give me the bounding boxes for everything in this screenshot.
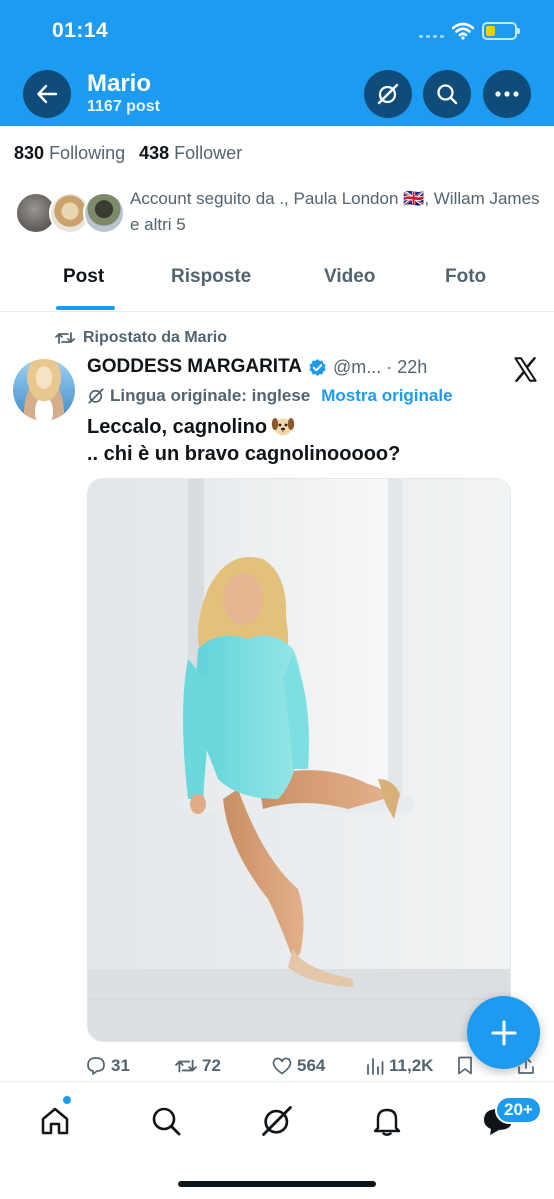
author-name[interactable]: GODDESS MARGARITA bbox=[87, 356, 302, 378]
post-photo[interactable] bbox=[87, 478, 511, 1042]
post-text-line-2: .. chi è un bravo cagnolinooooo? bbox=[87, 443, 401, 465]
repost-icon bbox=[175, 1059, 197, 1073]
followed-by-text[interactable]: Account seguito da ., Paula London 🇬🇧, W… bbox=[130, 186, 540, 238]
post-text: Leccalo, cagnolino .. chi è un bravo cag… bbox=[87, 414, 400, 468]
views-icon bbox=[367, 1058, 384, 1075]
repost-count: 72 bbox=[202, 1056, 221, 1075]
views-button[interactable]: 11,2K bbox=[366, 1056, 433, 1076]
repost-indicator: Ripostato da Mario bbox=[55, 329, 227, 347]
back-button[interactable] bbox=[23, 70, 71, 118]
active-tab-indicator bbox=[56, 306, 115, 310]
grok-button[interactable] bbox=[364, 70, 412, 118]
like-button[interactable]: 564 bbox=[272, 1056, 325, 1076]
bottom-navigation: 20+ bbox=[0, 1081, 554, 1199]
reply-icon bbox=[87, 1057, 105, 1075]
mutual-followers-avatars[interactable] bbox=[15, 192, 125, 236]
profile-header: 01:14 Mario 1167 post bbox=[0, 0, 554, 126]
repost-icon bbox=[55, 332, 75, 344]
show-original-link[interactable]: Mostra originale bbox=[321, 386, 452, 406]
post-count: 1167 post bbox=[87, 98, 160, 115]
nav-home[interactable] bbox=[35, 1101, 75, 1141]
verified-badge-icon bbox=[309, 358, 326, 376]
following-count: 830 bbox=[14, 143, 45, 163]
status-time: 01:14 bbox=[52, 19, 109, 42]
more-button[interactable] bbox=[483, 70, 531, 118]
grok-icon bbox=[262, 1106, 292, 1136]
battery-icon bbox=[482, 22, 520, 40]
post-author-line: GODDESS MARGARITA @m... · 22h bbox=[87, 356, 427, 378]
home-icon bbox=[41, 1107, 69, 1135]
nav-grok[interactable] bbox=[257, 1101, 297, 1141]
compose-post-button[interactable] bbox=[467, 996, 540, 1069]
bookmark-button[interactable] bbox=[457, 1056, 473, 1075]
notifications-icon bbox=[373, 1108, 401, 1136]
author-handle: @m... · 22h bbox=[332, 356, 428, 377]
profile-name: Mario bbox=[87, 70, 152, 97]
post-text-line-1: Leccalo, cagnolino bbox=[87, 416, 268, 438]
following-label: Following bbox=[49, 143, 126, 163]
dog-emoji-icon bbox=[271, 418, 295, 436]
author-avatar[interactable] bbox=[13, 359, 75, 421]
home-notification-dot bbox=[63, 1096, 71, 1104]
nav-notifications[interactable] bbox=[367, 1101, 407, 1141]
followers-label: Follower bbox=[174, 143, 243, 163]
avatar bbox=[83, 192, 125, 234]
translation-line: Lingua originale: inglese Mostra origina… bbox=[87, 386, 453, 406]
tab-video[interactable]: Video bbox=[324, 266, 375, 288]
nav-search[interactable] bbox=[146, 1101, 186, 1141]
x-logo-icon bbox=[514, 357, 537, 382]
grok-icon bbox=[88, 388, 104, 404]
bookmark-icon bbox=[458, 1056, 472, 1075]
reply-count: 31 bbox=[111, 1056, 130, 1075]
tab-post[interactable]: Post bbox=[63, 266, 104, 288]
views-count: 11,2K bbox=[389, 1056, 434, 1075]
search-icon bbox=[437, 84, 458, 105]
grok-icon bbox=[377, 83, 399, 105]
profile-tabs: Post Risposte Video Foto bbox=[0, 262, 554, 312]
photo-illustration bbox=[88, 479, 510, 1041]
followers-link[interactable]: 438 Follower bbox=[139, 143, 242, 164]
follow-stats: 830 Following 438 Follower bbox=[14, 143, 242, 164]
heart-icon bbox=[272, 1057, 292, 1075]
plus-icon bbox=[491, 1020, 516, 1045]
more-icon bbox=[495, 91, 519, 97]
original-language-label: Lingua originale: inglese bbox=[110, 386, 311, 405]
tab-replies[interactable]: Risposte bbox=[171, 266, 251, 288]
following-link[interactable]: 830 Following bbox=[14, 143, 125, 164]
followers-count: 438 bbox=[139, 143, 170, 163]
repost-label: Ripostato da Mario bbox=[83, 329, 228, 346]
like-count: 564 bbox=[297, 1056, 326, 1075]
back-arrow-icon bbox=[37, 84, 58, 104]
repost-button[interactable]: 72 bbox=[175, 1056, 221, 1076]
post-actions: 31 72 564 11,2K bbox=[86, 1056, 546, 1080]
search-icon bbox=[152, 1107, 181, 1136]
messages-badge: 20+ bbox=[495, 1096, 542, 1124]
signal-icon bbox=[419, 35, 444, 38]
tab-photos[interactable]: Foto bbox=[445, 266, 486, 288]
reply-button[interactable]: 31 bbox=[86, 1056, 130, 1076]
home-indicator-bar bbox=[178, 1181, 376, 1187]
search-button[interactable] bbox=[423, 70, 471, 118]
wifi-icon bbox=[452, 22, 474, 40]
